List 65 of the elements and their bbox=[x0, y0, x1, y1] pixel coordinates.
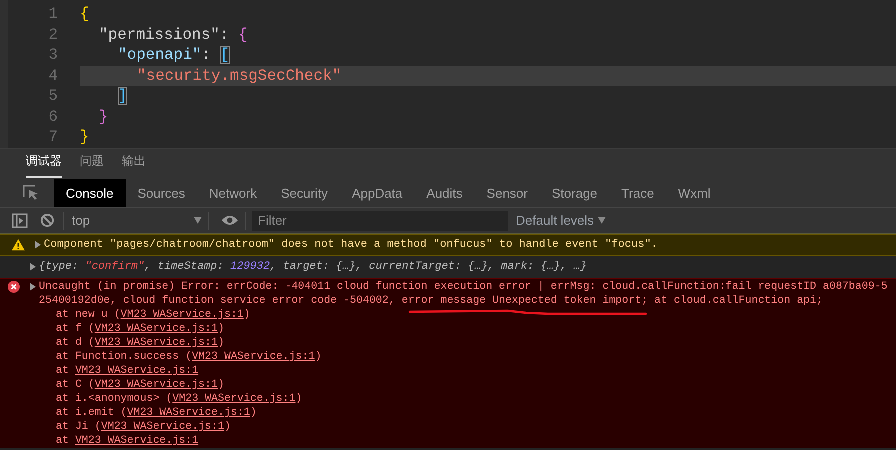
warning-message: Component "pages/chatroom/chatroom" does not have a method "onfucus" to handle event "focus". bbox=[44, 238, 658, 252]
source-link[interactable]: VM23 WAService.js:1 bbox=[75, 435, 199, 447]
source-link[interactable]: VM23 WAService.js:1 bbox=[75, 365, 199, 377]
line-number: 2 bbox=[48, 24, 58, 45]
code-token: "permissions" bbox=[99, 26, 220, 44]
caret-icon bbox=[598, 217, 606, 224]
source-link[interactable]: VM23 WAService.js:1 bbox=[101, 421, 224, 433]
code-token: { bbox=[80, 5, 90, 23]
code-token: } bbox=[99, 108, 108, 126]
panel-tab[interactable]: Storage bbox=[540, 179, 610, 207]
panel-tab[interactable]: Sensor bbox=[474, 179, 540, 207]
panel-tab[interactable]: Console bbox=[54, 179, 126, 207]
stack-frame: at Ji (VM23 WAService.js:1) bbox=[56, 421, 231, 433]
line-number: 7 bbox=[48, 127, 58, 148]
code-token: "openapi" bbox=[118, 46, 202, 64]
panel-tab[interactable]: Audits bbox=[414, 179, 475, 207]
line-number: 6 bbox=[48, 106, 58, 127]
panel-tab[interactable]: Wxml bbox=[666, 179, 723, 207]
source-link[interactable]: VM23 WAService.js:1 bbox=[94, 337, 218, 349]
code-token: [ bbox=[220, 46, 230, 64]
code-token: } bbox=[80, 128, 90, 146]
inspect-icon[interactable] bbox=[22, 184, 40, 202]
source-link[interactable]: VM23 WAService.js:1 bbox=[172, 393, 296, 405]
code-token: : bbox=[202, 46, 212, 64]
error-message: Uncaught (in promise) Error: errCode: -404011 cloud function execution error | errMsg: cloud.callFunction:fail requestID a087ba09-525400192d0e, cloud function service error code -504002, error message Unexpected token import; at cloud.callFunction api; bbox=[39, 280, 889, 308]
drawer-tab[interactable]: 输出 bbox=[122, 153, 146, 178]
code-token: ] bbox=[118, 87, 128, 105]
panel-tab[interactable]: Network bbox=[197, 179, 270, 207]
expand-arrow-icon[interactable] bbox=[30, 263, 36, 271]
source-link[interactable]: VM23 WAService.js:1 bbox=[94, 323, 218, 335]
filter-field[interactable]: Filter bbox=[252, 210, 508, 230]
stack-frame: at VM23 WAService.js:1 bbox=[56, 365, 199, 377]
panel-tab[interactable]: Trace bbox=[610, 179, 666, 207]
clear-icon[interactable] bbox=[40, 213, 55, 228]
source-link[interactable]: VM23 WAService.js:1 bbox=[192, 351, 316, 363]
panel-tab[interactable]: AppData bbox=[340, 179, 415, 207]
stack-frame: at new u (VM23 WAService.js:1) bbox=[56, 309, 250, 321]
panel-tab[interactable]: Sources bbox=[126, 179, 198, 207]
object-preview[interactable]: {type: "confirm", timeStamp: 129932, target: {…}, currentTarget: {…}, mark: {…}, …} bbox=[39, 260, 587, 274]
error-icon bbox=[8, 281, 20, 293]
source-link[interactable]: VM23 WAService.js:1 bbox=[120, 309, 244, 321]
stack-frame: at C (VM23 WAService.js:1) bbox=[56, 379, 224, 391]
code-token: { bbox=[238, 26, 248, 44]
drawer-tab[interactable]: 问题 bbox=[80, 153, 104, 178]
eye-icon[interactable] bbox=[221, 215, 239, 226]
source-link[interactable]: VM23 WAService.js:1 bbox=[127, 407, 250, 419]
source-link[interactable]: VM23 WAService.js:1 bbox=[94, 379, 218, 391]
levels-dropdown[interactable]: Default levels bbox=[516, 213, 606, 228]
line-number: 4 bbox=[48, 66, 58, 86]
code-token: "security.msgSecCheck" bbox=[137, 66, 342, 84]
warning-icon bbox=[12, 239, 25, 251]
line-number: 1 bbox=[48, 4, 58, 24]
stack-frame: at d (VM23 WAService.js:1) bbox=[56, 337, 224, 349]
line-number: 3 bbox=[48, 45, 58, 66]
stack-frame: at Function.success (VM23 WAService.js:1) bbox=[56, 351, 322, 363]
expand-arrow-icon[interactable] bbox=[35, 241, 41, 249]
code-token: : bbox=[220, 26, 230, 44]
expand-arrow-icon[interactable] bbox=[30, 283, 36, 291]
stack-frame: at f (VM23 WAService.js:1) bbox=[56, 323, 224, 335]
stack-frame: at VM23 WAService.js:1 bbox=[56, 435, 199, 447]
line-number: 5 bbox=[48, 86, 58, 106]
stack-frame: at i.<anonymous> (VM23 WAService.js:1) bbox=[56, 393, 302, 405]
sidebar-toggle-icon[interactable] bbox=[12, 212, 28, 228]
stack-frame: at i.emit (VM23 WAService.js:1) bbox=[56, 407, 257, 419]
panel-tab[interactable]: Security bbox=[269, 179, 340, 207]
